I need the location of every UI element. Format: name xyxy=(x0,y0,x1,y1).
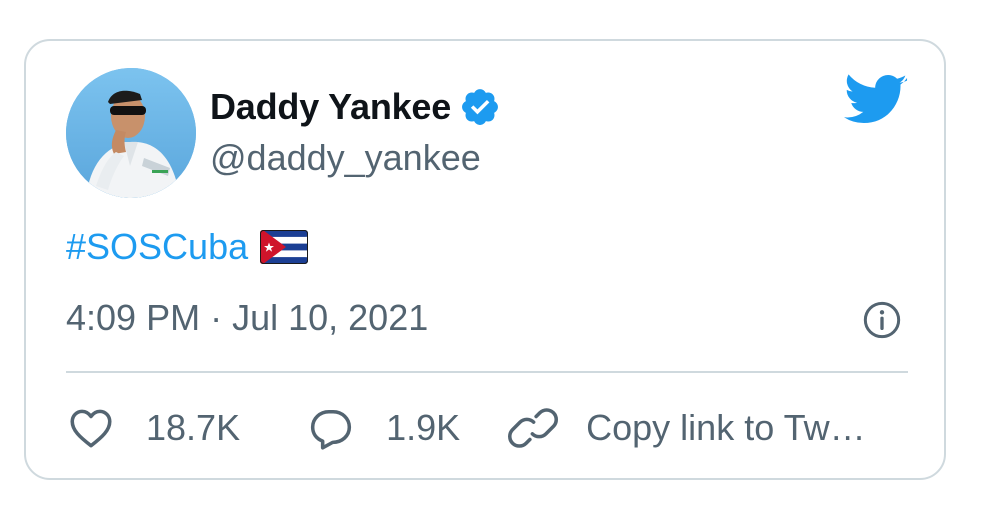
timestamp-separator: · xyxy=(210,297,223,338)
like-button[interactable]: 18.7K xyxy=(66,403,240,453)
tweet-text: #SOSCuba xyxy=(66,225,309,269)
tweet-date: Jul 10, 2021 xyxy=(232,297,429,338)
link-icon xyxy=(508,408,559,448)
tweet-actions: 18.7K 1.9K Copy link to Tw… xyxy=(66,403,866,453)
cuba-flag-icon xyxy=(260,230,309,264)
speech-bubble-icon xyxy=(310,409,352,450)
twitter-bird-icon[interactable] xyxy=(844,74,908,128)
tweet-time: 4:09 PM xyxy=(66,297,201,338)
heart-icon xyxy=(70,409,112,448)
author-name-row[interactable]: Daddy Yankee xyxy=(210,85,501,129)
tweet-card[interactable]: Daddy Yankee @daddy_yankee #SOSCuba 4:09… xyxy=(24,39,946,480)
copy-link-button[interactable]: Copy link to Tw… xyxy=(508,403,866,453)
display-name[interactable]: Daddy Yankee xyxy=(210,86,451,128)
reply-count: 1.9K xyxy=(386,407,461,448)
verified-badge-icon xyxy=(462,89,499,125)
copy-link-label: Copy link to Tw… xyxy=(586,407,866,448)
tweet-timestamp[interactable]: 4:09 PM · Jul 10, 2021 xyxy=(66,297,428,339)
hashtag-link[interactable]: #SOSCuba xyxy=(66,226,248,268)
info-icon[interactable] xyxy=(862,300,902,340)
author-handle[interactable]: @daddy_yankee xyxy=(210,137,481,179)
like-count: 18.7K xyxy=(146,407,241,448)
avatar[interactable] xyxy=(66,68,196,198)
divider xyxy=(66,371,908,373)
reply-button[interactable]: 1.9K xyxy=(306,403,460,453)
